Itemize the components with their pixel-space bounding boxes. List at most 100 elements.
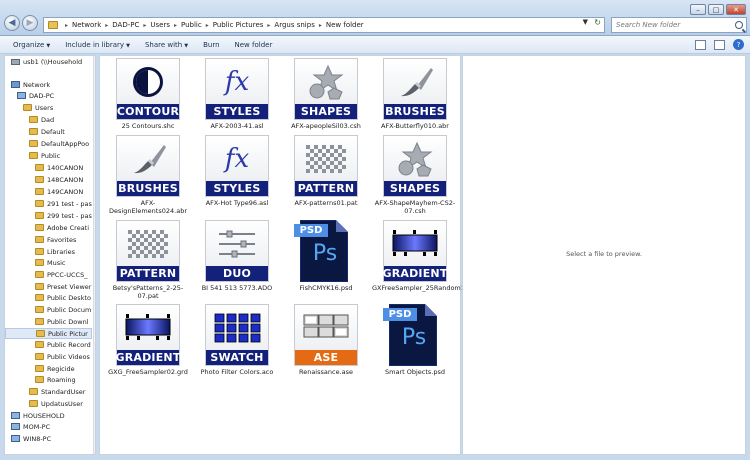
brushes-file-icon: BRUSHES (116, 135, 180, 197)
navigation-pane: usb1 (\\Household Network DAD-PC Users Dad De… (4, 55, 96, 455)
maximize-button[interactable]: □ (708, 4, 724, 15)
address-bar[interactable]: ▸ Network ▸ DAD-PC ▸ Users ▸ Public ▸ Pu… (43, 17, 605, 33)
nav-item-label: Libraries (47, 247, 76, 256)
file-name: Betsy'sPatterns_2-25-07.pat (112, 284, 184, 300)
nav-item-label: Adobe Creati (47, 223, 90, 232)
breadcrumb-public[interactable]: Public (181, 21, 202, 29)
photoshop-logo-icon: Ps (312, 241, 338, 266)
nav-item[interactable]: 299 test - pas (35, 210, 92, 221)
file-item[interactable]: fx STYLES AFX-Hot Type96.asl (194, 135, 280, 215)
file-band-label: GRADIENT (115, 350, 181, 365)
nav-item[interactable]: Public Deskto (35, 292, 91, 303)
burn-button[interactable]: Burn (203, 41, 219, 49)
nav-item[interactable]: WIN8-PC (11, 433, 51, 444)
file-item[interactable]: GRADIENT GXG_FreeSampler02.grd (105, 304, 191, 384)
organize-label: Organize (13, 40, 45, 49)
shapes-glyph-icon (384, 136, 446, 181)
nav-item[interactable]: Adobe Creati (35, 222, 89, 233)
nav-item[interactable]: Libraries (35, 246, 75, 257)
chevron-down-icon: ▼ (126, 42, 130, 49)
minimize-button[interactable]: – (690, 4, 706, 15)
file-item[interactable]: ASE Renaissance.ase (283, 304, 369, 384)
include-in-library-label: Include in library (65, 40, 125, 49)
file-thumbnail: fx STYLES (205, 58, 269, 120)
nav-item[interactable]: Default (29, 126, 65, 137)
preview-pane-icon[interactable] (714, 39, 725, 50)
nav-item-label: Public Downl (47, 317, 89, 326)
file-name: AFX-Hot Type96.asl (205, 199, 269, 207)
refresh-icon[interactable]: ↻ (594, 18, 601, 27)
forward-button[interactable]: ▶ (22, 15, 38, 31)
back-button[interactable]: ◀ (4, 15, 20, 31)
nav-item[interactable]: 140CANON (35, 162, 83, 173)
share-with-button[interactable]: Share with ▼ (145, 41, 188, 49)
nav-scrollbar[interactable] (93, 56, 96, 454)
file-item[interactable]: CONTOUR 25 Contours.shc (105, 58, 191, 138)
include-in-library-button[interactable]: Include in library ▼ (65, 41, 130, 49)
close-button[interactable]: ✕ (726, 4, 746, 15)
breadcrumb-new-folder[interactable]: New folder (326, 21, 364, 29)
nav-item[interactable]: Music (35, 257, 66, 268)
nav-item[interactable]: Public Videos (35, 351, 90, 362)
page-fold-icon (336, 220, 348, 232)
breadcrumb-network[interactable]: Network (72, 21, 101, 29)
folder-icon (35, 318, 44, 325)
nav-item[interactable]: Public Docum (35, 304, 91, 315)
file-item[interactable]: DUO BI 541 513 5773.ADO (194, 220, 280, 300)
search-icon[interactable] (735, 21, 743, 29)
help-icon[interactable]: ? (733, 39, 744, 50)
nav-item[interactable]: HOUSEHOLD (11, 410, 65, 421)
change-view-icon[interactable] (695, 39, 706, 50)
nav-item[interactable]: DefaultAppPoo (29, 138, 89, 149)
breadcrumb-dad-pc[interactable]: DAD-PC (112, 21, 139, 29)
folder-icon (35, 341, 44, 348)
nav-item[interactable]: Public Record (35, 339, 91, 350)
folder-icon (35, 248, 44, 255)
nav-item[interactable]: Favorites (35, 234, 76, 245)
file-item[interactable]: GRADIENT GXFreeSampler_25Random1.grd (372, 220, 478, 300)
address-dropdown-icon[interactable]: ▼ (583, 18, 588, 26)
file-item[interactable]: PSD Ps Smart Objects.psd (372, 304, 458, 384)
file-band-label: STYLES (206, 181, 268, 196)
nav-item[interactable]: usb1 (\\Household (11, 56, 82, 67)
file-item[interactable]: BRUSHES AFX-DesignElements024.abr (105, 135, 191, 215)
nav-item-label: Public Deskto (47, 293, 91, 302)
nav-item[interactable]: Public (29, 150, 60, 161)
chevron-right-icon: ▸ (205, 21, 209, 29)
nav-item[interactable]: PPCC-UCCS_ (35, 269, 87, 280)
nav-item[interactable]: 148CANON (35, 174, 83, 185)
file-item[interactable]: SHAPES AFX-apeopleSil03.csh (283, 58, 369, 138)
breadcrumb-users[interactable]: Users (150, 21, 170, 29)
breadcrumb-public-pictures[interactable]: Public Pictures (213, 21, 264, 29)
nav-item[interactable]: Public Downl (35, 316, 89, 327)
nav-item[interactable]: Preset Viewer (35, 281, 91, 292)
nav-item[interactable]: Regicide (35, 363, 75, 374)
file-thumbnail: PATTERN (116, 220, 180, 282)
nav-item[interactable]: 149CANON (35, 186, 83, 197)
nav-item[interactable]: UpdatusUser (29, 398, 83, 409)
file-item[interactable]: SHAPES AFX-ShapeMayhem-CS2-07.csh (372, 135, 458, 215)
file-item[interactable]: fx STYLES AFX-2003-41.asl (194, 58, 280, 138)
breadcrumb-argus-snips[interactable]: Argus snips (274, 21, 314, 29)
search-input[interactable]: Search New folder (611, 17, 747, 33)
nav-item[interactable]: StandardUser (29, 386, 85, 397)
folder-icon (23, 104, 32, 111)
nav-item[interactable]: 291 test - pas (35, 198, 92, 209)
nav-item[interactable]: MOM-PC (11, 421, 50, 432)
nav-item[interactable]: Users (23, 102, 53, 113)
nav-item[interactable]: Dad (29, 114, 54, 125)
file-name: AFX-2003-41.asl (210, 122, 264, 130)
file-item[interactable]: BRUSHES AFX-Butterfly010.abr (372, 58, 458, 138)
nav-item[interactable]: Network (11, 79, 50, 90)
scrollbar-thumb[interactable] (95, 171, 96, 336)
new-folder-button[interactable]: New folder (235, 41, 273, 49)
nav-item[interactable]: DAD-PC (17, 90, 54, 101)
organize-button[interactable]: Organize ▼ (13, 41, 50, 49)
file-item[interactable]: PSD Ps FishCMYK16.psd (283, 220, 369, 300)
file-item[interactable]: PATTERN AFX-patterns01.pat (283, 135, 369, 215)
nav-item[interactable]: Public Pictur (5, 328, 92, 339)
nav-item-label: 299 test - pas (47, 211, 92, 220)
file-item[interactable]: PATTERN Betsy'sPatterns_2-25-07.pat (105, 220, 191, 300)
nav-item[interactable]: Roaming (35, 374, 76, 385)
file-item[interactable]: SWATCH Photo Filter Colors.aco (194, 304, 280, 384)
